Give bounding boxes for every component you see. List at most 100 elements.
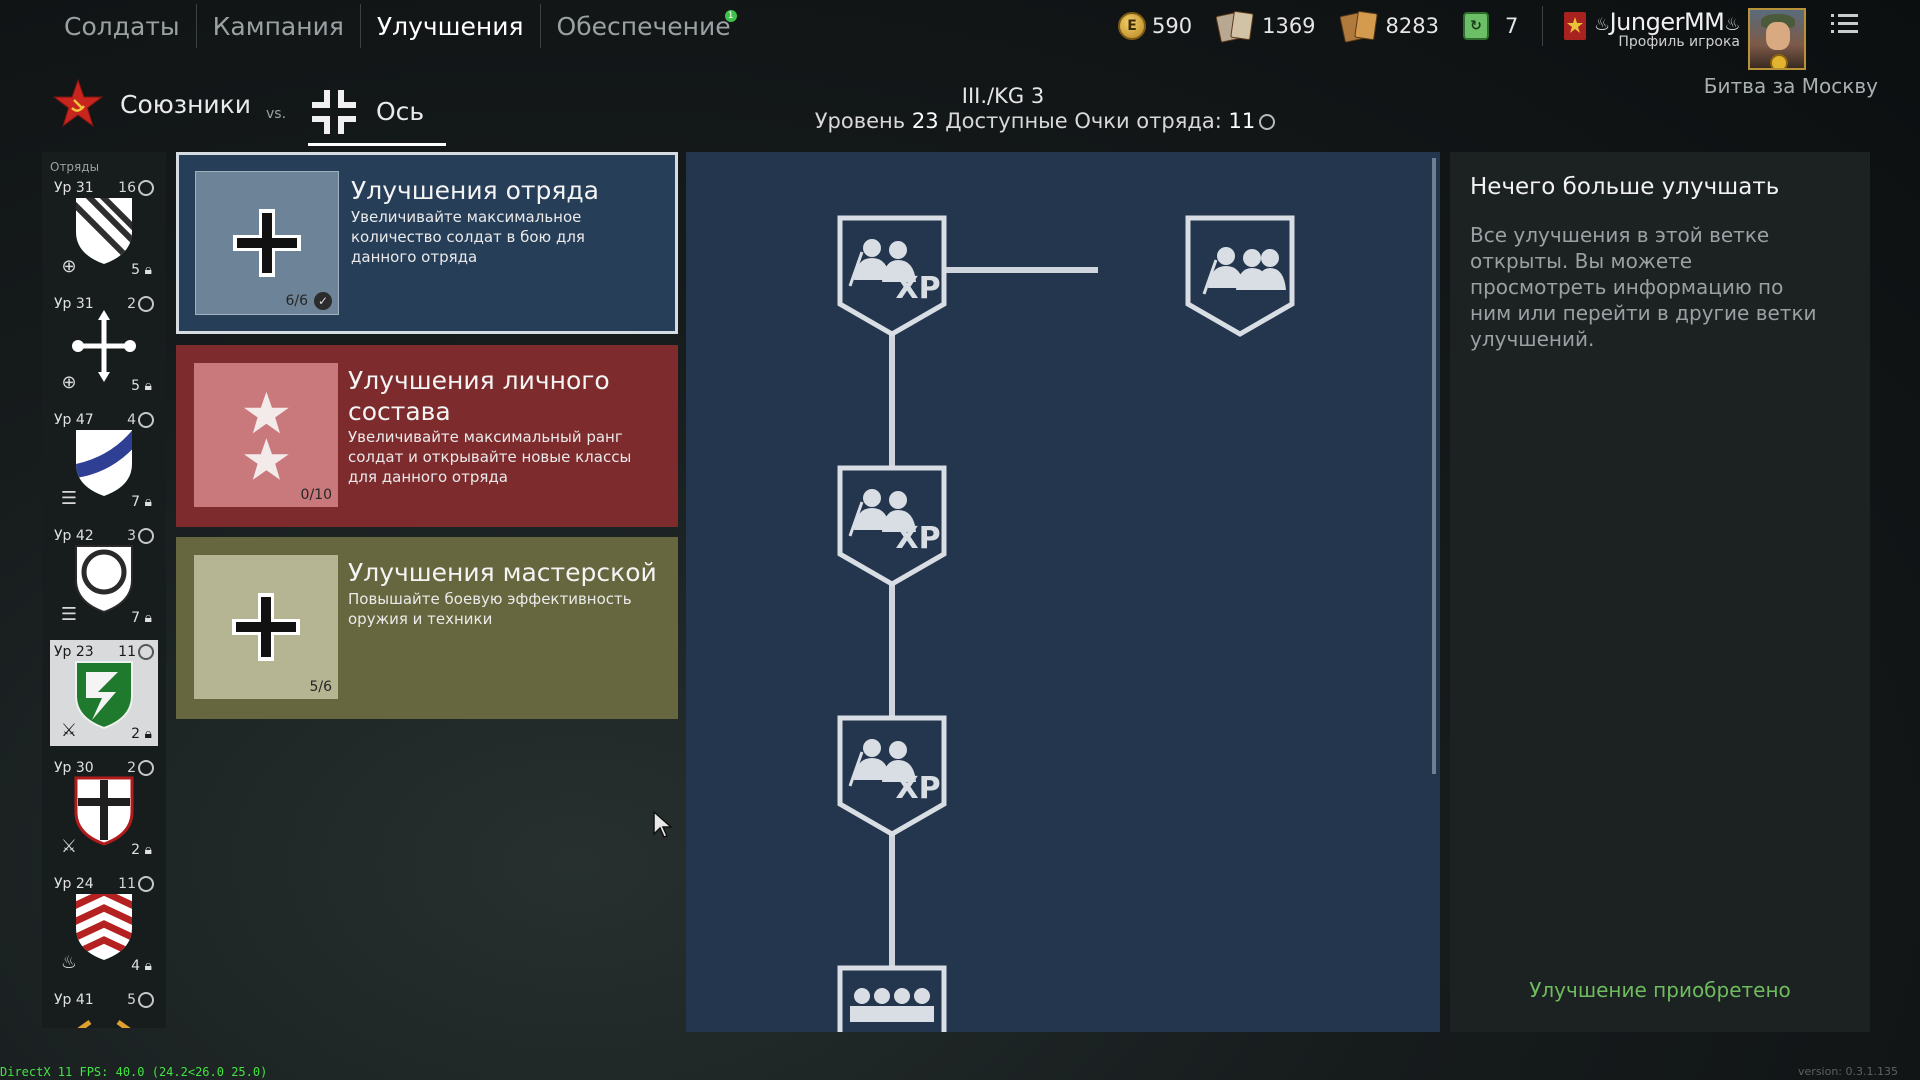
battle-name[interactable]: Битва за Москву <box>1698 74 1878 98</box>
squad-emblem-cross-icon <box>74 776 134 846</box>
crosshair-icon: ⊕ <box>61 256 77 277</box>
main-nav: Солдаты Кампания Улучшения Обеспечение 1 <box>48 0 747 52</box>
rank-badge-icon[interactable] <box>1563 11 1587 41</box>
squad-upgrades-progress: 6/6 ✓ <box>285 292 332 310</box>
version-label: version: 0.3.1.135 <box>1798 1065 1898 1078</box>
personnel-upgrades-desc: Увеличивайте максимальный ранг солдат и … <box>348 428 632 486</box>
workshop-upgrades-thumb: 5/6 <box>194 555 338 699</box>
squad-points-icon <box>1259 114 1276 130</box>
iron-cross-icon <box>233 209 301 277</box>
upgrade-info-panel: Нечего больше улучшать Все улучшения в э… <box>1450 152 1870 1032</box>
tickets-currency[interactable]: ↻ 7 <box>1463 12 1518 40</box>
squad-men: 4 🔒︎ <box>131 958 152 974</box>
info-title: Нечего больше улучшать <box>1470 174 1780 200</box>
fps-counter: DirectX 11 FPS: 40.0 (24.2<26.0 25.0) <box>0 1065 268 1079</box>
points-icon <box>138 528 154 544</box>
gold-coin-icon: E <box>1118 12 1146 40</box>
tab-soldiers[interactable]: Солдаты <box>48 4 197 48</box>
squad-item[interactable]: Ур 31 2 ⊕ 5 🔒︎ <box>50 292 158 398</box>
squad-item[interactable]: Ур 31 16 ⊕ 5 🔒︎ <box>50 176 158 282</box>
squad-upgrades-card[interactable]: 6/6 ✓ Улучшения отряда Увеличивайте макси… <box>176 152 678 334</box>
squad-item[interactable]: Ур 47 4 ☰ 7 🔒︎ <box>50 408 158 514</box>
faction-allies-label: Союзники <box>120 89 252 119</box>
squad-men-count: 4 <box>131 958 141 974</box>
iron-cross-icon <box>232 593 300 661</box>
squad-emblem-lightning-icon <box>75 661 133 730</box>
ticket-icon: ↻ <box>1463 12 1489 40</box>
silver-cards-icon <box>1215 10 1256 43</box>
gold-cards-amount: 8283 <box>1385 14 1439 38</box>
faction-allies[interactable]: Союзники <box>52 78 251 130</box>
xp-label: XP <box>895 771 940 806</box>
squad-item[interactable]: Ур 42 3 ☰ 7 🔒︎ <box>50 524 158 630</box>
squad-level-line: Уровень 23 Доступные Очки отряда: 11 <box>800 109 1290 133</box>
points-icon <box>138 644 154 660</box>
upgrade-status: Улучшение приобретено <box>1529 978 1791 1002</box>
tab-campaign[interactable]: Кампания <box>197 4 361 48</box>
squad-list[interactable]: Отряды Ур 31 16 ⊕ 5 🔒︎ Ур 31 2 ⊕ 5 🔒︎ Ур… <box>42 152 166 1028</box>
squad-men-count: 7 <box>131 494 141 510</box>
squad-men-count: 7 <box>131 610 141 626</box>
squad-men: 7 🔒︎ <box>131 610 152 626</box>
tab-upgrades[interactable]: Улучшения <box>361 4 541 48</box>
vs-label: vs. <box>266 106 287 122</box>
squad-upgrades-title: Улучшения отряда <box>351 176 599 205</box>
tree-connectors <box>889 267 1098 972</box>
tree-scrollbar[interactable] <box>1432 158 1436 774</box>
divider <box>1542 6 1544 46</box>
personnel-upgrades-card[interactable]: 0/10 Улучшения личного состава Увеличива… <box>176 345 678 527</box>
gold-cards-icon <box>1338 10 1380 43</box>
personnel-upgrades-title: Улучшения личного состава <box>348 366 610 426</box>
squad-men: 5 🔒︎ <box>131 262 152 278</box>
soviet-star-icon <box>52 78 104 128</box>
squad-emblem-orange-icon <box>77 1019 131 1028</box>
player-avatar[interactable] <box>1748 8 1806 70</box>
tree-node-xp: XP <box>837 215 947 337</box>
squad-emblem-stripes-icon <box>76 198 132 264</box>
squad-item[interactable]: Ур 41 5 <box>50 988 158 1028</box>
squad-men: 5 🔒︎ <box>131 378 152 394</box>
points-icon <box>138 876 154 892</box>
crossed-swords-icon: ⚔ <box>60 720 78 741</box>
currency-bar: E 590 1369 8283 ↻ 7 <box>1118 6 1597 46</box>
points-icon <box>138 296 154 312</box>
faction-axis[interactable]: Ось <box>308 80 447 146</box>
squad-emblem-blue-stripe-icon <box>76 430 132 496</box>
squad-upgrades-thumb: 6/6 ✓ <box>195 171 339 315</box>
menu-list-icon[interactable] <box>1831 14 1858 38</box>
tree-node-xp: XP <box>837 715 947 837</box>
rank-stars-icon <box>244 391 289 480</box>
mouse-cursor-icon <box>653 810 673 838</box>
squad-item[interactable]: Ур 30 2 ⚔ 2 🔒︎ <box>50 756 158 862</box>
upgrade-tree-graph: XP XP XP <box>837 215 1295 1032</box>
tickets-amount: 7 <box>1505 14 1519 38</box>
list-icon: ☰ <box>60 488 78 509</box>
tab-supply[interactable]: Обеспечение 1 <box>541 4 747 48</box>
upgrade-tree[interactable]: XP XP XP <box>686 152 1440 1032</box>
personnel-upgrades-count: 0/10 <box>300 487 332 503</box>
workshop-upgrades-desc: Повышайте боевую эффективность оружия и … <box>348 590 632 628</box>
checkmark-icon: ✓ <box>314 292 332 310</box>
faction-axis-label: Ось <box>376 97 425 126</box>
tree-node-group <box>837 965 947 1032</box>
workshop-upgrades-card[interactable]: 5/6 Улучшения мастерской Повышайте боеву… <box>176 537 678 719</box>
gold-currency[interactable]: E 590 <box>1118 12 1192 40</box>
squad-men: 2 🔒︎ <box>131 726 152 742</box>
squad-upgrades-desc: Увеличивайте максимальное количество сол… <box>351 208 585 266</box>
personnel-upgrades-thumb: 0/10 <box>194 363 338 507</box>
squad-men-count: 2 <box>131 726 141 742</box>
squad-item-selected[interactable]: Ур 23 11 ⚔ 2 🔒︎ <box>50 640 158 746</box>
squad-level: 23 <box>911 109 939 133</box>
gold-cards-currency[interactable]: 8283 <box>1338 10 1439 43</box>
squad-item[interactable]: Ур 24 11 ♨ 4 🔒︎ <box>50 872 158 978</box>
squad-name: III./KG 3 <box>961 84 1045 108</box>
flame-icon: ♨ <box>1593 14 1610 35</box>
player-profile[interactable]: ♨JungerMM♨ Профиль игрока <box>1586 8 1741 50</box>
silver-cards-amount: 1369 <box>1262 14 1316 38</box>
gold-amount: 590 <box>1152 14 1193 38</box>
flame-icon: ♨ <box>1724 14 1740 35</box>
points-icon <box>138 412 154 428</box>
tree-node-xp: XP <box>837 465 947 587</box>
list-icon: ☰ <box>60 604 78 625</box>
silver-cards-currency[interactable]: 1369 <box>1215 10 1316 43</box>
